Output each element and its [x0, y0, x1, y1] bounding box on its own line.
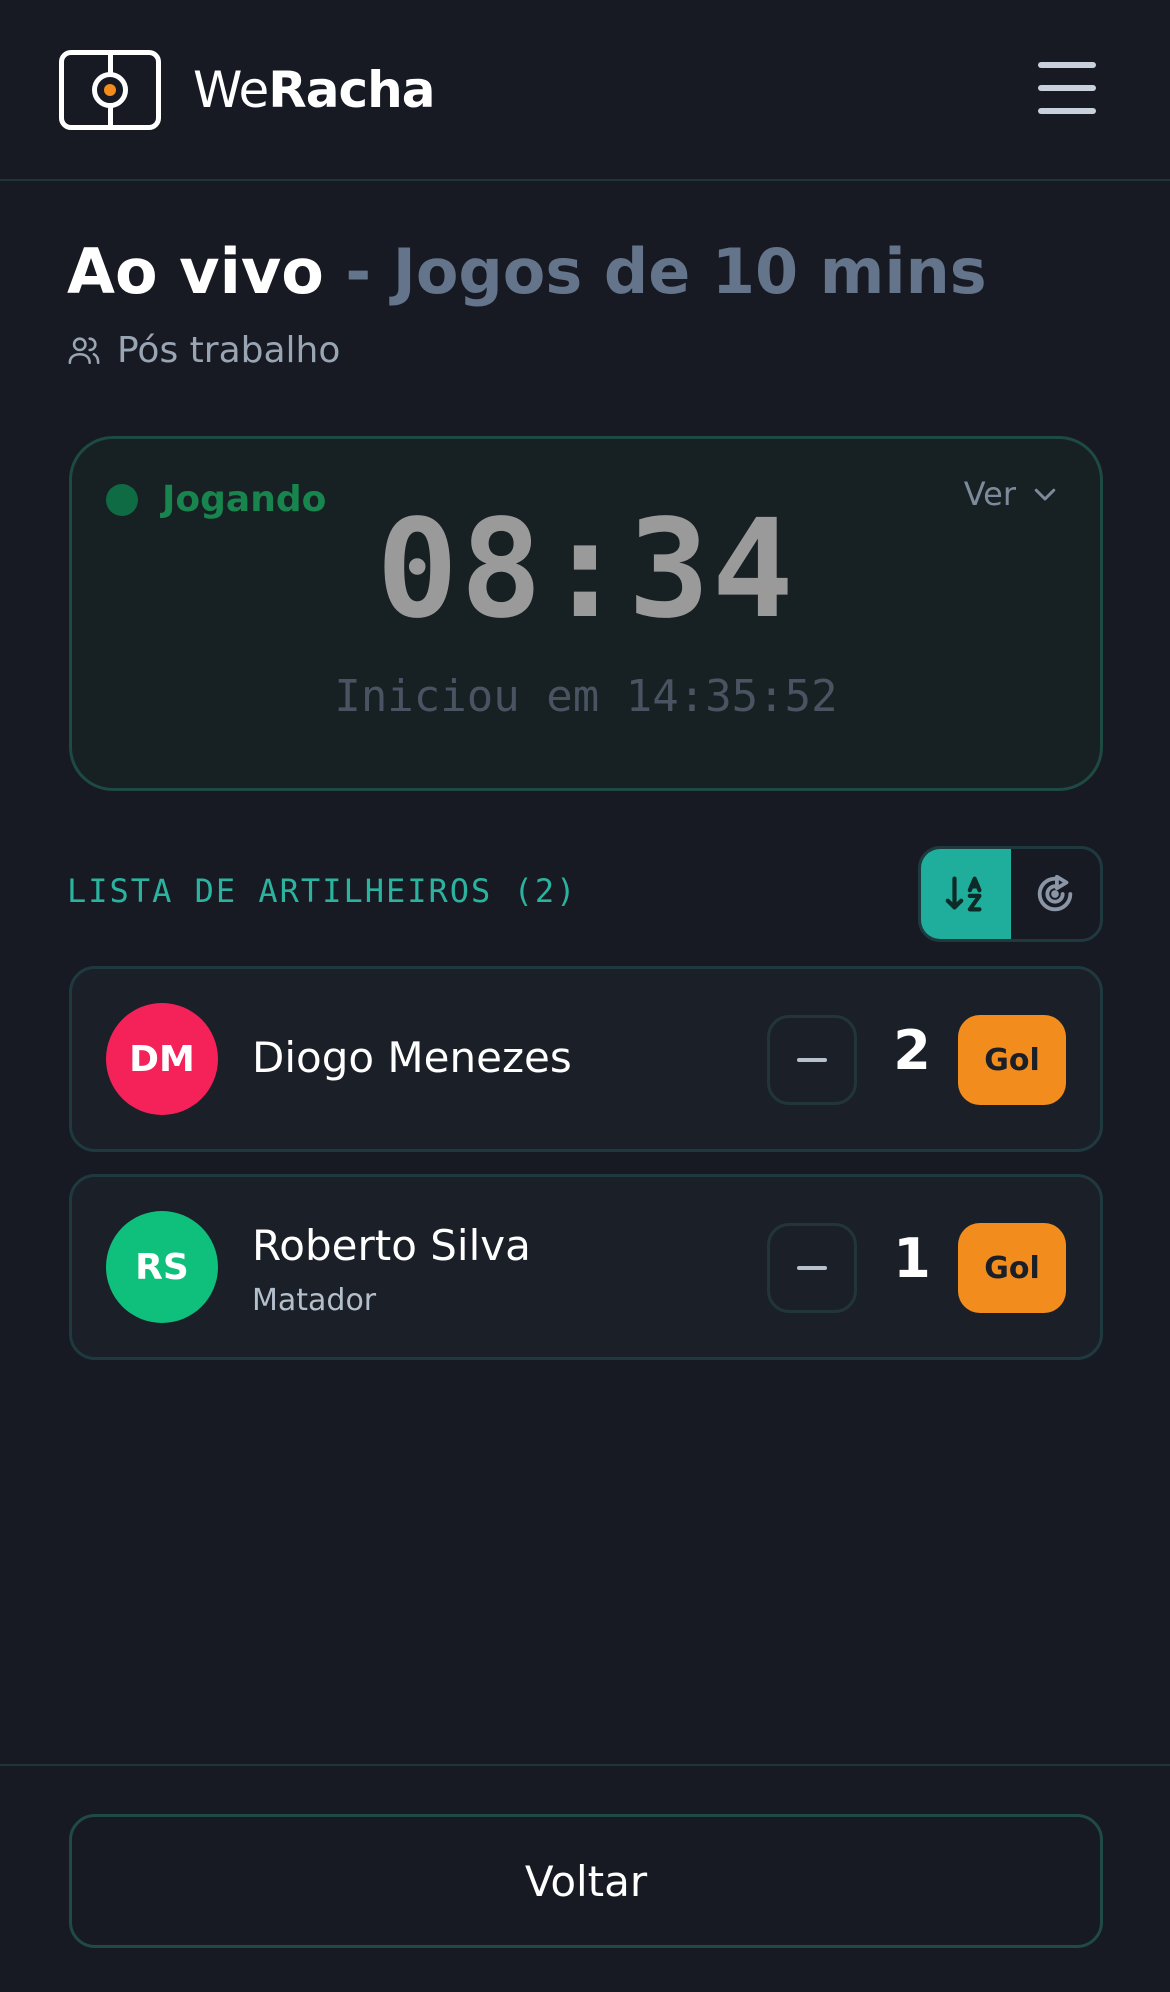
- avatar: RS: [106, 1211, 218, 1323]
- sort-toggle: [918, 846, 1103, 942]
- sort-goals-button[interactable]: [1011, 849, 1101, 939]
- title-separator: -: [323, 235, 393, 308]
- group-info: Pós trabalho: [67, 326, 340, 374]
- remove-goal-button[interactable]: [767, 1223, 857, 1313]
- timer-card: Jogando Ver 08:34 Iniciou em 14:35:52: [69, 436, 1103, 791]
- avatar: DM: [106, 1003, 218, 1115]
- player-tag: Matador: [252, 1283, 377, 1318]
- goal-count: 1: [893, 1227, 931, 1290]
- title-live: Ao vivo: [67, 235, 324, 308]
- header: WeRacha: [0, 0, 1170, 181]
- brand-bold: Racha: [268, 61, 435, 119]
- scorer-row: DM Diogo Menezes 2 Gol: [69, 966, 1103, 1152]
- add-goal-button[interactable]: Gol: [958, 1223, 1066, 1313]
- start-time: Iniciou em 14:35:52: [334, 671, 838, 722]
- player-name: Diogo Menezes: [252, 1033, 572, 1082]
- page-title: Ao vivo - Jogos de 10 mins: [67, 232, 987, 312]
- game-clock: 08:34: [376, 491, 796, 649]
- sort-alpha-icon: [945, 876, 982, 912]
- remove-goal-button[interactable]: [767, 1015, 857, 1105]
- scorers-title: LISTA DE ARTILHEIROS (2): [67, 872, 578, 910]
- field-logo-icon[interactable]: [59, 50, 161, 130]
- add-goal-button[interactable]: Gol: [958, 1015, 1066, 1105]
- title-game: Jogos de 10 mins: [392, 235, 987, 308]
- minus-icon: [797, 1058, 827, 1062]
- sort-alpha-button[interactable]: [921, 849, 1011, 939]
- app: WeRacha Ao vivo - Jogos de 10 mins Pós t…: [0, 0, 1170, 1992]
- brand-light: We: [193, 61, 269, 119]
- brand-name[interactable]: WeRacha: [193, 60, 436, 120]
- goal-count: 2: [893, 1019, 931, 1082]
- users-icon: [68, 337, 100, 365]
- back-button[interactable]: Voltar: [69, 1814, 1103, 1948]
- footer: Voltar: [0, 1764, 1170, 1992]
- hamburger-menu-icon[interactable]: [1036, 60, 1098, 118]
- minus-icon: [797, 1266, 827, 1270]
- player-name: Roberto Silva: [252, 1221, 531, 1270]
- group-name: Pós trabalho: [117, 329, 341, 371]
- goal-target-icon: [1038, 874, 1073, 912]
- scorer-row: RS Roberto Silva Matador 1 Gol: [69, 1174, 1103, 1360]
